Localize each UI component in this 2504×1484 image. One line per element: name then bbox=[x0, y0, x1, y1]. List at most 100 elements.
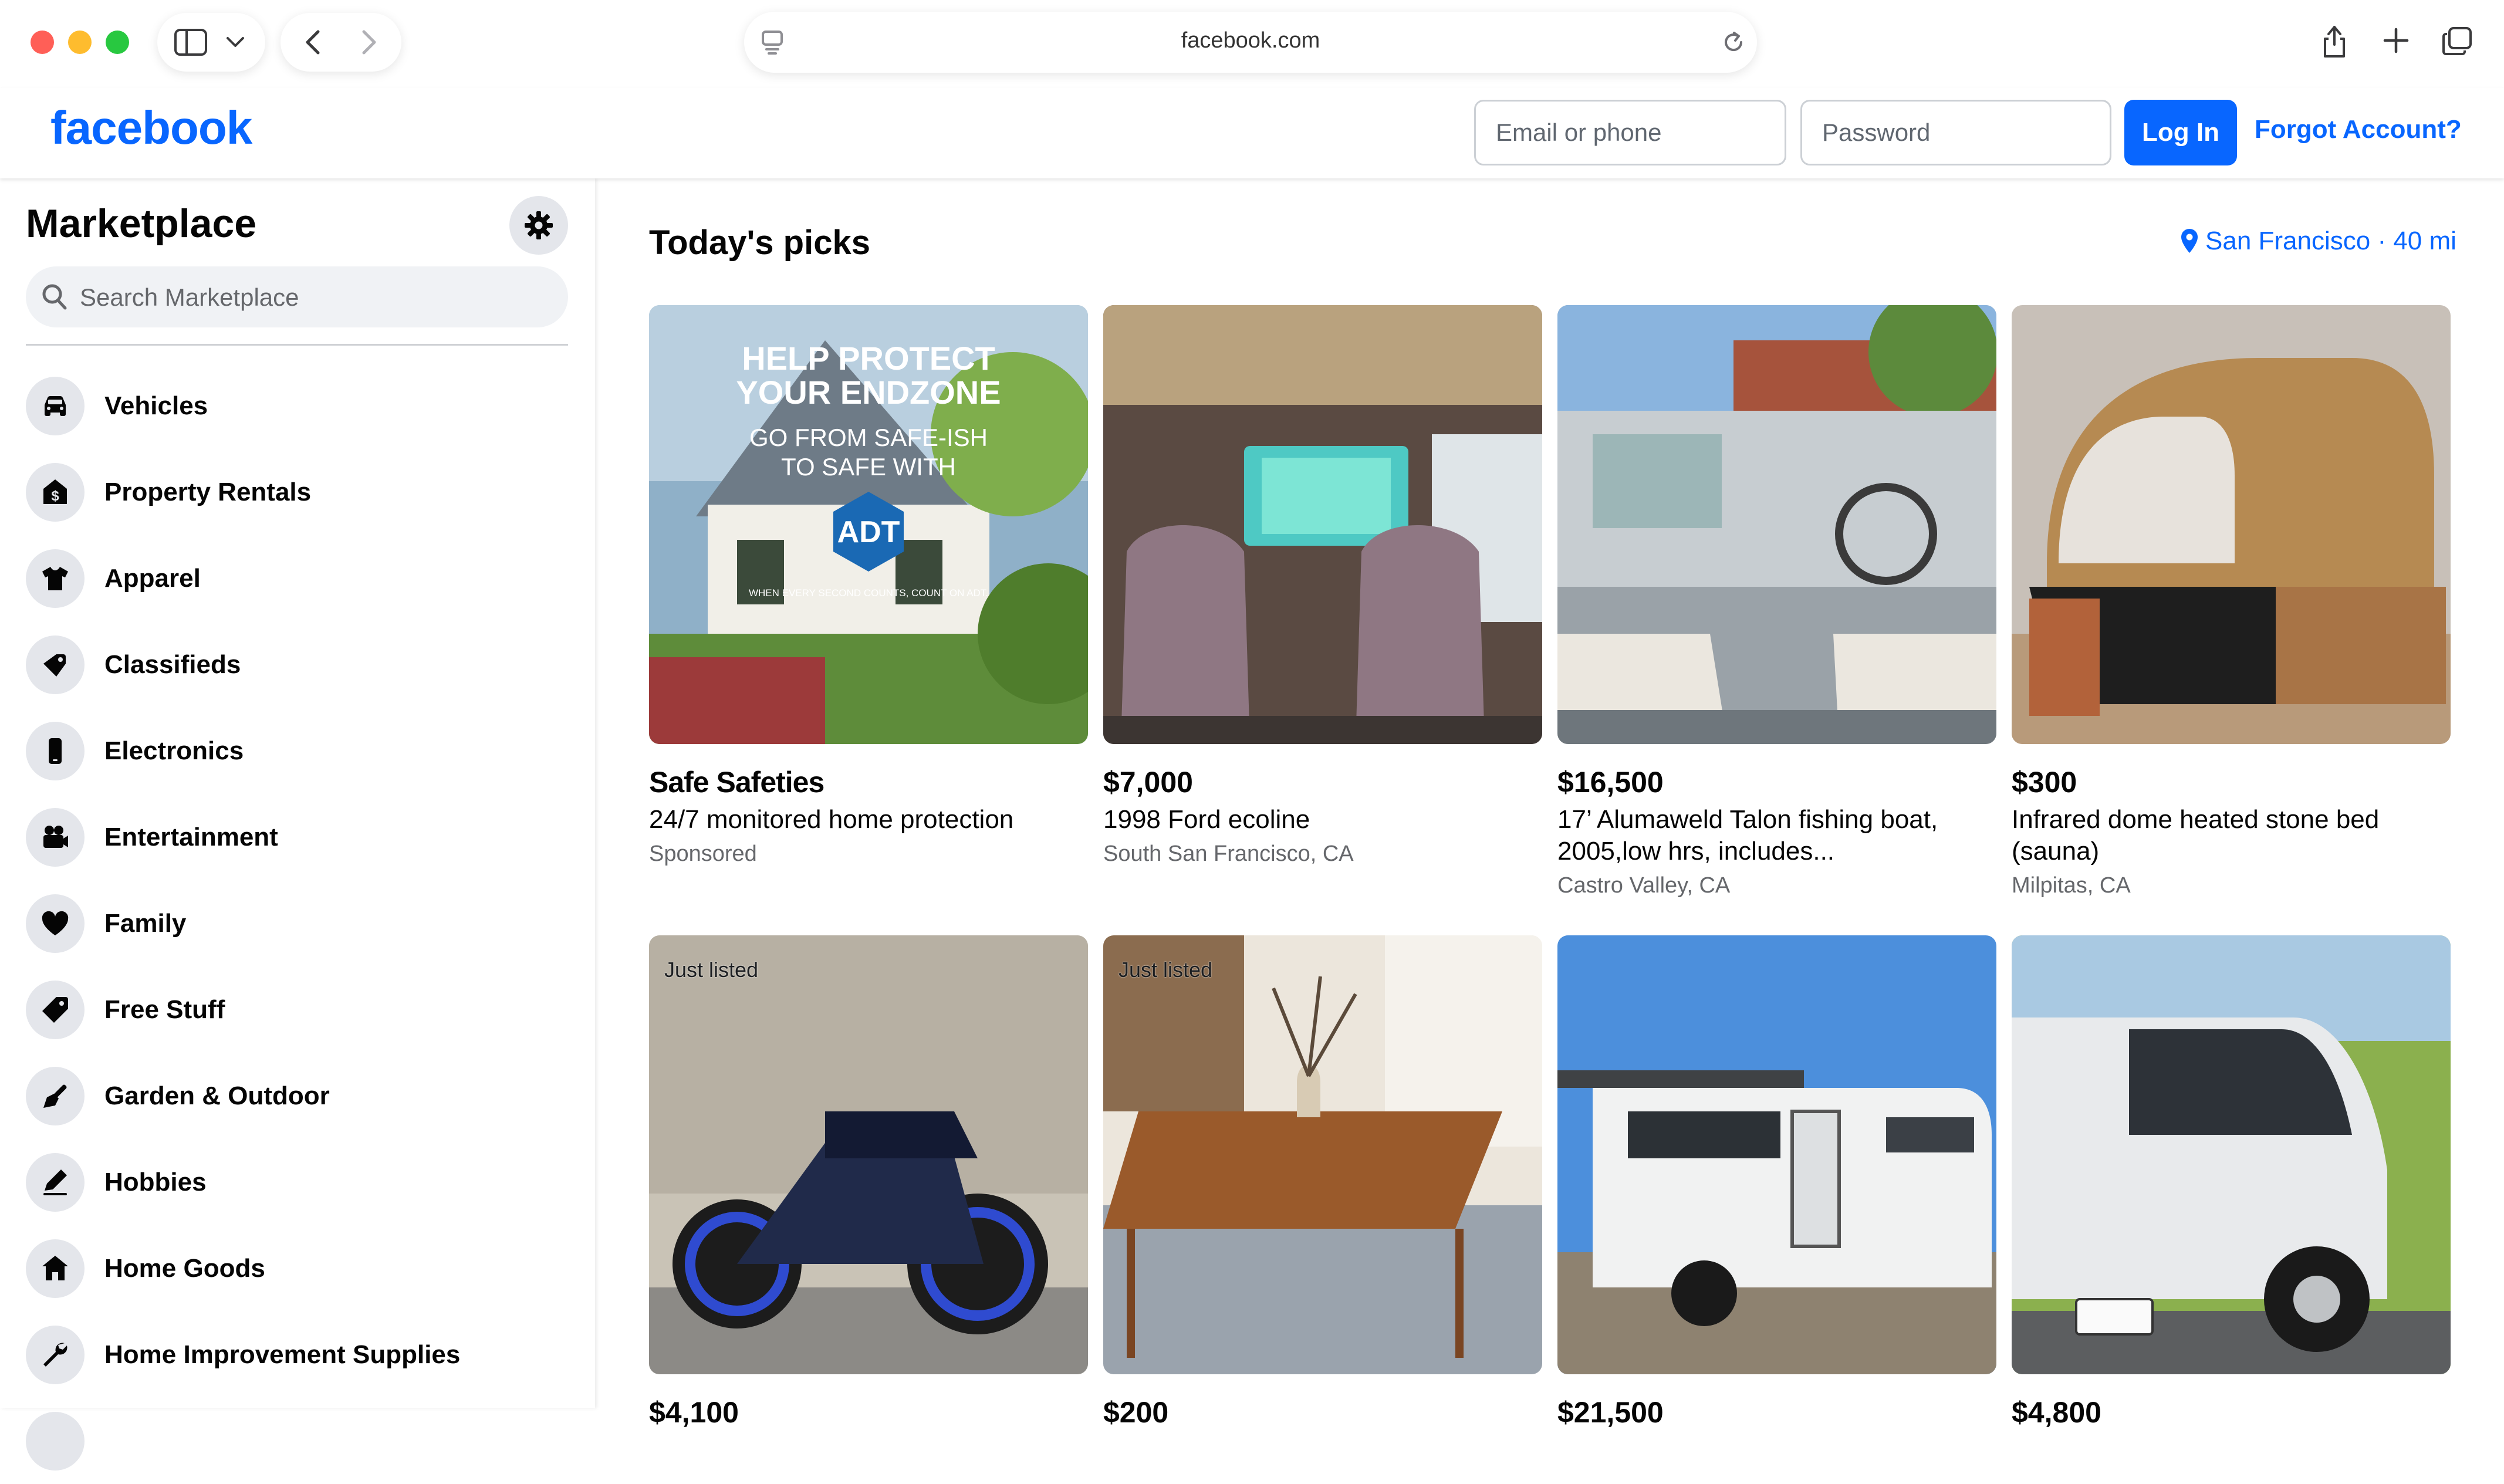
password-field[interactable] bbox=[1800, 100, 2111, 165]
listing-price: $4,100 bbox=[649, 1396, 739, 1429]
marketplace-sidebar: Marketplace Search Marketplace Vehicles … bbox=[0, 178, 595, 1471]
sidebar-toggle-button[interactable] bbox=[157, 13, 265, 72]
listing-card[interactable]: $7,000 1998 Ford ecoline South San Franc… bbox=[1103, 305, 1542, 867]
share-icon[interactable] bbox=[2320, 22, 2348, 59]
minimize-window-button[interactable] bbox=[68, 31, 92, 54]
listing-image bbox=[1103, 305, 1542, 744]
phone-icon bbox=[26, 721, 85, 780]
sidebar-item-label: Apparel bbox=[104, 563, 201, 593]
email-field[interactable] bbox=[1474, 100, 1786, 165]
ad-headline-2: YOUR ENDZONE bbox=[736, 374, 1001, 411]
sidebar-item-label: Free Stuff bbox=[104, 995, 225, 1024]
listing-card[interactable]: $21,500 bbox=[1557, 935, 1996, 1429]
sidebar-item-hobbies[interactable]: Hobbies bbox=[26, 1139, 568, 1225]
listing-price: $200 bbox=[1103, 1396, 1169, 1429]
forgot-account-link[interactable]: Forgot Account? bbox=[2255, 115, 2462, 144]
listing-card[interactable]: HELP PROTECT YOUR ENDZONE GO FROM SAFE-I… bbox=[649, 305, 1088, 867]
shirt-icon bbox=[26, 549, 85, 608]
wrench-icon bbox=[26, 1325, 85, 1384]
sidebar-item-label: Home Goods bbox=[104, 1253, 265, 1283]
sidebar-item-label: Property Rentals bbox=[104, 477, 312, 506]
sidebar-item-free-stuff[interactable]: Free Stuff bbox=[26, 966, 568, 1053]
listing-title: 1998 Ford ecoline bbox=[1103, 805, 1310, 834]
listing-location: South San Francisco, CA bbox=[1103, 841, 1354, 866]
trowel-icon bbox=[26, 1066, 85, 1125]
sidebar-item-label: Garden & Outdoor bbox=[104, 1081, 330, 1110]
url-text: facebook.com bbox=[1181, 28, 1320, 53]
adt-brand: ADT bbox=[837, 515, 900, 549]
listing-card[interactable]: Just listed $200 bbox=[1103, 935, 1542, 1429]
browser-toolbar: facebook.com bbox=[0, 0, 2504, 88]
sidebar-item-property-rentals[interactable]: $ Property Rentals bbox=[26, 449, 568, 535]
svg-text:$: $ bbox=[51, 488, 59, 504]
listing-card[interactable]: Just listed $4,100 bbox=[649, 935, 1088, 1429]
back-icon[interactable] bbox=[304, 29, 322, 55]
house-dollar-icon: $ bbox=[26, 462, 85, 522]
film-camera-icon bbox=[26, 807, 85, 867]
sidebar-item-classifieds[interactable]: Classifieds bbox=[26, 621, 568, 708]
sidebar-item-home-goods[interactable]: Home Goods bbox=[26, 1225, 568, 1311]
facebook-logo[interactable]: facebook bbox=[50, 101, 252, 155]
ad-subline-2: TO SAFE WITH bbox=[781, 453, 956, 481]
close-window-button[interactable] bbox=[31, 31, 54, 54]
category-list: Vehicles $ Property Rentals Apparel Clas… bbox=[26, 363, 568, 1484]
heart-icon bbox=[26, 894, 85, 953]
sidebar-item-label: Family bbox=[104, 908, 187, 938]
sidebar-divider bbox=[26, 344, 568, 346]
address-bar[interactable]: facebook.com bbox=[744, 12, 1757, 73]
listing-image bbox=[1557, 935, 1996, 1374]
listing-card[interactable]: $4,800 bbox=[2012, 935, 2451, 1429]
listing-price: $4,800 bbox=[2012, 1396, 2101, 1429]
listing-image bbox=[1557, 305, 1996, 744]
sidebar-item-garden-outdoor[interactable]: Garden & Outdoor bbox=[26, 1053, 568, 1139]
new-tab-icon[interactable] bbox=[2383, 27, 2410, 54]
listing-image: Just listed bbox=[1103, 935, 1542, 1374]
car-icon bbox=[26, 376, 85, 435]
home-icon bbox=[26, 1239, 85, 1298]
sidebar-item-entertainment[interactable]: Entertainment bbox=[26, 794, 568, 880]
listing-title: 17’ Alumaweld Talon fishing boat, 2005,l… bbox=[1557, 805, 1938, 866]
ad-tagline: WHEN EVERY SECOND COUNTS, COUNT ON ADT. bbox=[749, 587, 988, 599]
pen-icon bbox=[26, 1152, 85, 1212]
location-text: San Francisco · 40 mi bbox=[2205, 227, 2456, 255]
listing-location: Castro Valley, CA bbox=[1557, 873, 1731, 898]
ad-subline-1: GO FROM SAFE-ISH bbox=[749, 424, 988, 451]
listing-image: Just listed bbox=[649, 935, 1088, 1374]
sidebar-item-family[interactable]: Family bbox=[26, 880, 568, 966]
maximize-window-button[interactable] bbox=[106, 31, 129, 54]
sidebar-item-electronics[interactable]: Electronics bbox=[26, 708, 568, 794]
settings-button[interactable] bbox=[509, 196, 568, 255]
sidebar-item-label: Entertainment bbox=[104, 822, 278, 851]
sidebar-item-label: Classifieds bbox=[104, 650, 241, 679]
listing-location: Milpitas, CA bbox=[2012, 873, 2131, 898]
sidebar-item-apparel[interactable]: Apparel bbox=[26, 535, 568, 621]
marketplace-search[interactable] bbox=[26, 266, 568, 329]
tab-overview-icon[interactable] bbox=[2441, 26, 2473, 56]
sidebar-item-next[interactable] bbox=[26, 1398, 568, 1484]
category-icon bbox=[26, 1411, 85, 1471]
sidebar-item-home-improvement[interactable]: Home Improvement Supplies bbox=[26, 1311, 568, 1398]
sidebar-item-label: Hobbies bbox=[104, 1167, 207, 1196]
sidebar-item-label: Vehicles bbox=[104, 391, 208, 420]
tag-icon bbox=[26, 980, 85, 1039]
just-listed-badge: Just listed bbox=[1118, 958, 1213, 982]
reload-icon[interactable] bbox=[1722, 29, 1746, 55]
sponsored-label: Sponsored bbox=[649, 841, 757, 866]
chevron-down-icon bbox=[227, 37, 244, 47]
just-listed-badge: Just listed bbox=[664, 958, 759, 982]
listing-image bbox=[2012, 305, 2451, 744]
sidebar-item-vehicles[interactable]: Vehicles bbox=[26, 363, 568, 449]
search-icon bbox=[42, 284, 67, 310]
listing-card[interactable]: $300 Infrared dome heated stone bed (sau… bbox=[2012, 305, 2451, 898]
search-input[interactable] bbox=[79, 266, 550, 329]
gear-icon bbox=[525, 211, 553, 239]
forward-icon[interactable] bbox=[360, 29, 378, 55]
listing-title: Infrared dome heated stone bed (sauna) bbox=[2012, 805, 2380, 866]
sidebar-title: Marketplace bbox=[26, 201, 257, 246]
listing-card[interactable]: $16,500 17’ Alumaweld Talon fishing boat… bbox=[1557, 305, 1996, 898]
sidebar-item-label: Home Improvement Supplies bbox=[104, 1340, 461, 1369]
nav-buttons bbox=[281, 13, 401, 72]
login-button[interactable]: Log In bbox=[2124, 100, 2237, 165]
location-filter[interactable]: San Francisco · 40 mi bbox=[2179, 227, 2456, 256]
listing-price: $21,500 bbox=[1557, 1396, 1664, 1429]
